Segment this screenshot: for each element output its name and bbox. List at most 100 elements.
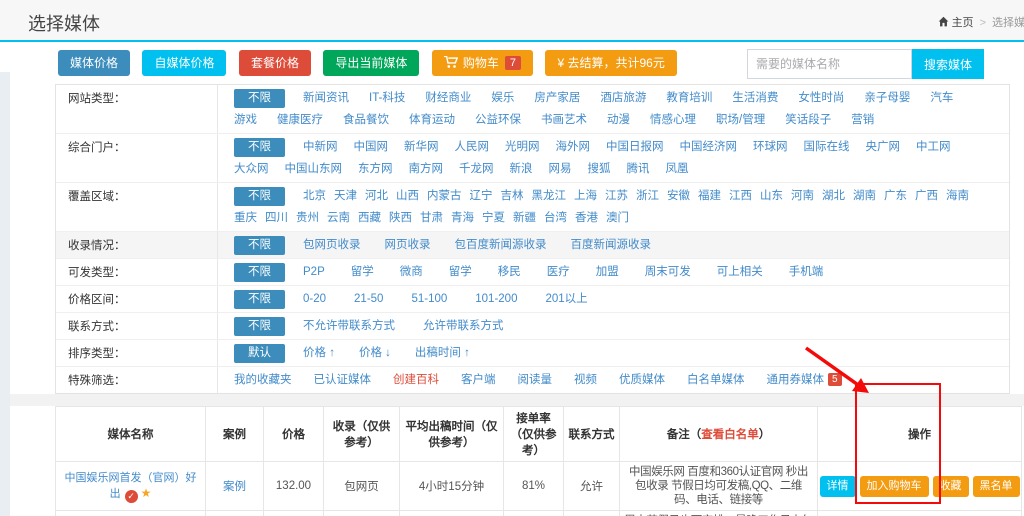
filter-option[interactable]: 凤凰 <box>666 160 689 179</box>
package-price-button[interactable]: 套餐价格 <box>239 50 311 76</box>
filter-option[interactable]: 微商 <box>400 263 423 282</box>
filter-option[interactable]: IT-科技 <box>369 89 405 108</box>
filter-option[interactable]: 陕西 <box>389 209 412 228</box>
filter-option[interactable]: 腾讯 <box>627 160 650 179</box>
filter-option[interactable]: 包网页收录 <box>303 236 361 255</box>
filter-option[interactable]: 出稿时间 ↑ <box>415 344 470 363</box>
filter-option[interactable]: 阅读量 <box>518 371 553 390</box>
filter-option[interactable]: 湖北 <box>822 187 845 206</box>
filter-option[interactable]: 101-200 <box>475 290 517 309</box>
filter-option[interactable]: 天津 <box>334 187 357 206</box>
filter-option[interactable]: 上海 <box>574 187 597 206</box>
filter-option[interactable]: 江苏 <box>605 187 628 206</box>
search-media-button[interactable]: 搜索媒体 <box>912 49 984 79</box>
detail-button[interactable]: 详情 <box>820 476 856 497</box>
filter-option[interactable]: 娱乐 <box>491 89 514 108</box>
filter-option[interactable]: 新闻资讯 <box>303 89 349 108</box>
filter-option[interactable]: 台湾 <box>544 209 567 228</box>
filter-option[interactable]: 笑话段子 <box>785 111 831 130</box>
filter-option[interactable]: 房产家居 <box>534 89 580 108</box>
filter-option[interactable]: 留学 <box>449 263 472 282</box>
filter-option[interactable]: 创建百科 <box>393 371 439 390</box>
filter-option[interactable]: 女性时尚 <box>798 89 844 108</box>
filter-option[interactable]: 价格 ↓ <box>359 344 391 363</box>
filter-option[interactable]: 汽车 <box>930 89 953 108</box>
filter-option[interactable]: 人民网 <box>455 138 490 157</box>
whitelist-link[interactable]: 查看白名单 <box>701 429 759 441</box>
filter-option[interactable]: 201以上 <box>545 290 587 309</box>
media-price-button[interactable]: 媒体价格 <box>58 50 130 76</box>
filter-option[interactable]: 医疗 <box>547 263 570 282</box>
filter-option[interactable]: 东方网 <box>358 160 393 179</box>
filter-option[interactable]: 价格 ↑ <box>303 344 335 363</box>
filter-option[interactable]: 手机端 <box>789 263 824 282</box>
filter-option[interactable]: 安徽 <box>667 187 690 206</box>
export-media-button[interactable]: 导出当前媒体 <box>323 50 419 76</box>
filter-option[interactable]: 优质媒体 <box>619 371 665 390</box>
filter-option[interactable]: 客户端 <box>461 371 496 390</box>
filter-option[interactable]: 青海 <box>451 209 474 228</box>
filter-option[interactable]: 网易 <box>549 160 572 179</box>
filter-option[interactable]: 我的收藏夹 <box>234 371 292 390</box>
filter-option[interactable]: 黑龙江 <box>532 187 567 206</box>
filter-option[interactable]: 营销 <box>851 111 874 130</box>
filter-option[interactable]: 新疆 <box>513 209 536 228</box>
filter-option[interactable]: 游戏 <box>234 111 257 130</box>
filter-option[interactable]: 中新网 <box>303 138 338 157</box>
filter-option[interactable]: 职场/管理 <box>716 111 765 130</box>
filter-option[interactable]: 海南 <box>946 187 969 206</box>
filter-option[interactable]: 白名单媒体 <box>687 371 745 390</box>
filter-option[interactable]: 山西 <box>396 187 419 206</box>
filter-option-selected[interactable]: 不限 <box>234 263 285 282</box>
filter-option[interactable]: 内蒙古 <box>427 187 462 206</box>
filter-option[interactable]: 体育运动 <box>409 111 455 130</box>
filter-option[interactable]: 宁夏 <box>482 209 505 228</box>
filter-option[interactable]: 云南 <box>327 209 350 228</box>
filter-option[interactable]: 西藏 <box>358 209 381 228</box>
filter-option[interactable]: 湖南 <box>853 187 876 206</box>
collect-button[interactable]: 收藏 <box>933 476 969 497</box>
filter-option[interactable]: 健康医疗 <box>277 111 323 130</box>
filter-option-selected[interactable]: 不限 <box>234 236 285 255</box>
filter-option[interactable]: 千龙网 <box>459 160 494 179</box>
filter-option[interactable]: 包百度新闻源收录 <box>455 236 547 255</box>
blacklist-button[interactable]: 黑名单 <box>973 476 1020 497</box>
filter-option[interactable]: 百度新闻源收录 <box>571 236 652 255</box>
filter-option[interactable]: 北京 <box>303 187 326 206</box>
filter-option[interactable]: 动漫 <box>607 111 630 130</box>
media-search-input[interactable] <box>747 49 912 79</box>
filter-option[interactable]: 海外网 <box>556 138 591 157</box>
filter-option-selected[interactable]: 不限 <box>234 138 285 157</box>
filter-option[interactable]: 周末可发 <box>645 263 691 282</box>
filter-option[interactable]: 中工网 <box>916 138 951 157</box>
filter-option[interactable]: 已认证媒体 <box>314 371 372 390</box>
filter-option[interactable]: 广东 <box>884 187 907 206</box>
filter-option[interactable]: 通用券媒体5 <box>767 371 842 390</box>
filter-option[interactable]: 食品餐饮 <box>343 111 389 130</box>
filter-option[interactable]: 中国山东网 <box>285 160 343 179</box>
filter-option[interactable]: 河南 <box>791 187 814 206</box>
filter-option[interactable]: 中国日报网 <box>606 138 664 157</box>
filter-option-selected[interactable]: 不限 <box>234 290 285 309</box>
filter-option[interactable]: 财经商业 <box>425 89 471 108</box>
filter-option[interactable]: 亲子母婴 <box>864 89 910 108</box>
filter-option[interactable]: 辽宁 <box>470 187 493 206</box>
filter-option[interactable]: 广西 <box>915 187 938 206</box>
filter-option[interactable]: 环球网 <box>753 138 788 157</box>
filter-option[interactable]: 四川 <box>265 209 288 228</box>
add-to-cart-button[interactable]: 加入购物车 <box>860 476 929 497</box>
filter-option[interactable]: 留学 <box>351 263 374 282</box>
filter-option[interactable]: 酒店旅游 <box>600 89 646 108</box>
filter-option-selected[interactable]: 默认 <box>234 344 285 363</box>
filter-option[interactable]: 允许带联系方式 <box>423 317 504 336</box>
filter-option[interactable]: 书画艺术 <box>541 111 587 130</box>
filter-option[interactable]: 公益环保 <box>475 111 521 130</box>
filter-option[interactable]: 大众网 <box>234 160 269 179</box>
filter-option[interactable]: 澳门 <box>606 209 629 228</box>
breadcrumb-home[interactable]: 主页 <box>952 17 974 29</box>
filter-option[interactable]: 生活消费 <box>732 89 778 108</box>
filter-option[interactable]: 山东 <box>760 187 783 206</box>
selfmedia-price-button[interactable]: 自媒体价格 <box>142 50 226 76</box>
cart-button[interactable]: 购物车7 <box>432 50 533 76</box>
filter-option[interactable]: 21-50 <box>354 290 383 309</box>
